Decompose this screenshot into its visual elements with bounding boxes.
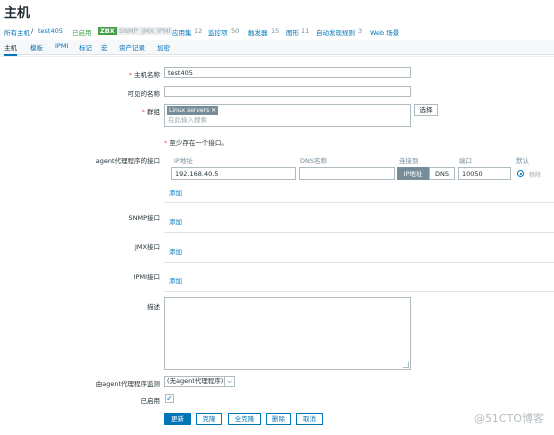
- tab-ipmi[interactable]: IPMI: [55, 42, 68, 50]
- host-form: * 主机名称 test405 可见的名称 * 群组 Linux servers …: [0, 56, 554, 435]
- visible-name-label: 可见的名称: [127, 90, 161, 98]
- col-dns-header: DNS名称: [300, 157, 327, 165]
- cancel-button[interactable]: 取消: [296, 413, 323, 425]
- delete-button[interactable]: 删除: [266, 413, 291, 425]
- link-applications[interactable]: 应用集: [172, 27, 192, 37]
- graphs-count: 11: [301, 27, 310, 35]
- group-chip[interactable]: Linux servers ✕: [167, 106, 219, 115]
- col-connect-header: 连接到: [399, 157, 419, 165]
- remove-interface-link[interactable]: 移除: [529, 170, 541, 179]
- groups-label: * 群组: [141, 108, 160, 116]
- col-default-header: 默认: [516, 157, 529, 165]
- groups-multiselect[interactable]: Linux servers ✕ 在此输入搜索: [164, 104, 411, 127]
- add-agent-interface-link[interactable]: 添加: [169, 187, 182, 197]
- agent-interface-label: agent代理程序的接口: [95, 157, 160, 165]
- port-input[interactable]: 10050: [458, 167, 511, 180]
- col-port-header: 端口: [459, 157, 472, 165]
- section-divider: [164, 232, 554, 233]
- groups-placeholder: 在此输入搜索: [168, 116, 207, 124]
- add-jmx-interface-link[interactable]: 添加: [169, 246, 182, 256]
- col-ip-header: IP地址: [174, 157, 193, 165]
- clone-button[interactable]: 克隆: [196, 413, 222, 425]
- tab-tags[interactable]: 标记: [79, 42, 92, 52]
- select-groups-button[interactable]: 选择: [414, 104, 438, 116]
- breadcrumb-all-hosts[interactable]: 所有主机: [4, 27, 30, 37]
- applications-count: 12: [194, 27, 203, 35]
- tab-macros[interactable]: 宏: [101, 42, 108, 52]
- discovery-count: 3: [358, 27, 363, 35]
- link-web[interactable]: Web 场景: [370, 27, 399, 37]
- page-title: 主机: [4, 6, 31, 21]
- triggers-count: 15: [271, 27, 280, 35]
- interface-note: * 至少存在一个接口。: [164, 139, 228, 147]
- visible-name-input[interactable]: [164, 86, 411, 97]
- breadcrumb-separator: /: [31, 27, 34, 35]
- section-divider: [164, 202, 554, 203]
- proxy-label: 由agent代理程序监测: [95, 380, 160, 388]
- enabled-checkbox[interactable]: ✓: [165, 394, 174, 403]
- items-count: 50: [231, 27, 240, 35]
- link-items[interactable]: 监控项: [208, 27, 228, 37]
- host-name-label: * 主机名称: [128, 71, 160, 79]
- watermark: @51CTO博客: [473, 412, 544, 425]
- breadcrumb: 所有主机 / test405 已启用 ZBX SNMP JMX IPMI 应用集…: [4, 27, 554, 37]
- resize-grip-icon[interactable]: [403, 362, 409, 368]
- link-discovery[interactable]: 自动发现规则: [316, 27, 355, 37]
- ipmi-interface-label: IPMI接口: [133, 273, 160, 281]
- tab-host[interactable]: 主机: [4, 42, 17, 56]
- jmx-interface-label: JMX接口: [135, 243, 160, 251]
- connect-ip-toggle[interactable]: IP地址: [397, 167, 429, 180]
- zbx-badge: ZBX: [98, 27, 117, 35]
- chevron-down-icon: ⌵: [224, 377, 234, 386]
- proxy-select[interactable]: (无agent代理程序) ⌵: [164, 376, 235, 387]
- add-snmp-interface-link[interactable]: 添加: [169, 216, 182, 226]
- link-triggers[interactable]: 触发器: [248, 27, 268, 37]
- link-graphs[interactable]: 图形: [286, 27, 299, 37]
- add-ipmi-interface-link[interactable]: 添加: [169, 275, 182, 285]
- tab-encryption[interactable]: 加密: [157, 42, 170, 52]
- default-interface-radio[interactable]: [517, 170, 524, 177]
- snmp-badge: SNMP: [117, 27, 140, 35]
- breadcrumb-host[interactable]: test405: [38, 27, 63, 35]
- host-name-input[interactable]: test405: [164, 67, 411, 78]
- description-textarea[interactable]: [164, 297, 411, 370]
- tab-bar: 主机 模板 IPMI 标记 宏 资产记录 加密: [0, 40, 554, 56]
- ip-address-input[interactable]: 192.168.40.5: [171, 167, 296, 180]
- description-label: 描述: [147, 303, 160, 311]
- dns-name-input[interactable]: [299, 167, 395, 180]
- section-divider: [164, 262, 554, 263]
- chip-remove-icon[interactable]: ✕: [211, 107, 216, 114]
- status-enabled[interactable]: 已启用: [72, 27, 92, 37]
- update-button[interactable]: 更新: [164, 413, 191, 425]
- ipmi-badge: IPMI: [155, 27, 173, 35]
- snmp-interface-label: SNMP接口: [128, 214, 160, 222]
- tab-inventory[interactable]: 资产记录: [119, 42, 145, 52]
- enabled-label: 已启用: [140, 397, 161, 405]
- connect-dns-toggle[interactable]: DNS: [429, 167, 455, 180]
- jmx-badge: JMX: [140, 27, 156, 35]
- section-divider: [164, 291, 554, 292]
- full-clone-button[interactable]: 全克隆: [228, 413, 261, 425]
- tab-templates[interactable]: 模板: [30, 42, 43, 52]
